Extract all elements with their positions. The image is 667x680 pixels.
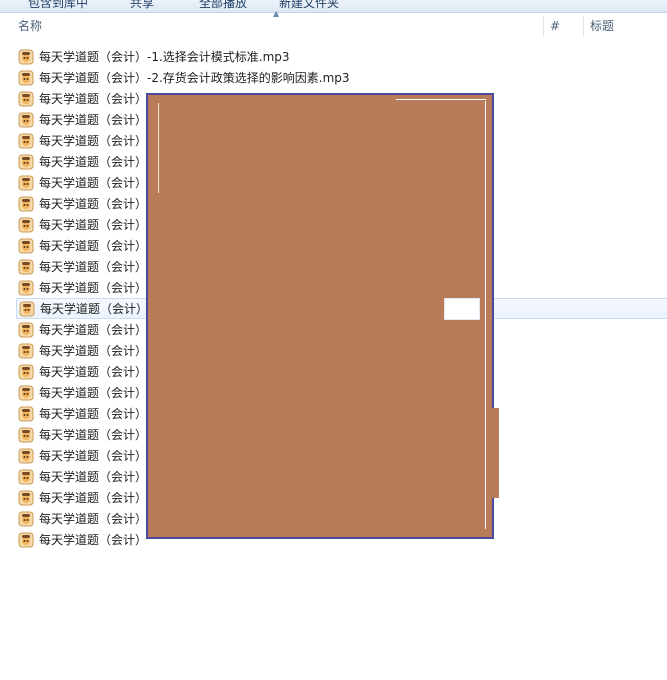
file-name: 每天学道题（会计）-1.选择会计模式标准.mp3 xyxy=(39,50,290,64)
file-row[interactable]: 每天学道题（会计）-1.选择会计模式标准.mp3 xyxy=(16,46,667,67)
file-name: 每天学道题（会计） xyxy=(39,260,148,274)
file-name: 每天学道题（会计） xyxy=(39,344,148,358)
audio-file-icon xyxy=(18,427,34,443)
audio-file-icon xyxy=(18,532,34,548)
audio-file-icon xyxy=(18,343,34,359)
audio-file-icon xyxy=(18,406,34,422)
file-row[interactable]: 每天学道题（会计）-2.存货会计政策选择的影响因素.mp3 xyxy=(16,67,667,88)
file-name: 每天学道题（会计） xyxy=(39,323,148,337)
file-name: 每天学道题（会计） xyxy=(39,386,148,400)
file-name: 每天学道题（会计） xyxy=(39,512,148,526)
file-name: 每天学道题（会计） xyxy=(39,239,148,253)
file-name: 每天学道题（会计） xyxy=(39,281,148,295)
audio-file-icon xyxy=(18,448,34,464)
file-name: 每天学道题（会计） xyxy=(40,302,149,316)
play-all-button[interactable]: 全部播放 xyxy=(199,0,247,11)
overlay-patch xyxy=(444,298,480,320)
file-name: 每天学道题（会计） xyxy=(39,113,148,127)
file-name: 每天学道题（会计） xyxy=(39,533,148,547)
audio-file-icon xyxy=(18,217,34,233)
file-name: 每天学道题（会计） xyxy=(39,407,148,421)
redaction-overlay-extension xyxy=(490,408,499,498)
audio-file-icon xyxy=(18,91,34,107)
file-name: 每天学道题（会计） xyxy=(39,449,148,463)
sort-ascending-icon: ▲ xyxy=(273,9,280,18)
audio-file-icon xyxy=(18,511,34,527)
file-name: 每天学道题（会计） xyxy=(39,491,148,505)
overlay-line xyxy=(396,99,486,100)
file-name: 每天学道题（会计） xyxy=(39,365,148,379)
file-name: 每天学道题（会计） xyxy=(39,470,148,484)
column-separator[interactable] xyxy=(583,15,584,37)
overlay-line xyxy=(158,103,159,193)
audio-file-icon xyxy=(18,70,34,86)
overlay-line xyxy=(485,101,486,529)
audio-file-icon xyxy=(18,280,34,296)
audio-file-icon xyxy=(18,154,34,170)
command-bar: 包含到库中 共享 全部播放 新建文件夹 xyxy=(0,0,667,13)
column-header-name[interactable]: 名称 xyxy=(18,13,42,39)
audio-file-icon xyxy=(18,112,34,128)
column-header-number[interactable]: # xyxy=(550,13,560,39)
audio-file-icon xyxy=(18,364,34,380)
redaction-overlay xyxy=(146,93,494,539)
audio-file-icon xyxy=(18,133,34,149)
file-name: 每天学道题（会计） xyxy=(39,92,148,106)
audio-file-icon xyxy=(18,469,34,485)
column-header-title[interactable]: 标题 xyxy=(590,13,614,39)
audio-file-icon xyxy=(18,259,34,275)
file-name: 每天学道题（会计） xyxy=(39,197,148,211)
audio-file-icon xyxy=(18,322,34,338)
audio-file-icon xyxy=(18,196,34,212)
audio-file-icon xyxy=(18,49,34,65)
file-name: 每天学道题（会计） xyxy=(39,134,148,148)
file-name: 每天学道题（会计） xyxy=(39,176,148,190)
include-in-library-button[interactable]: 包含到库中 xyxy=(28,0,88,11)
new-folder-button[interactable]: 新建文件夹 xyxy=(279,0,339,11)
audio-file-icon xyxy=(19,301,35,317)
audio-file-icon xyxy=(18,175,34,191)
column-separator[interactable] xyxy=(543,15,544,37)
audio-file-icon xyxy=(18,385,34,401)
share-button[interactable]: 共享 xyxy=(130,0,154,11)
file-name: 每天学道题（会计）-2.存货会计政策选择的影响因素.mp3 xyxy=(39,71,350,85)
column-header-row: ▲ 名称 # 标题 xyxy=(0,9,667,39)
audio-file-icon xyxy=(18,238,34,254)
file-name: 每天学道题（会计） xyxy=(39,155,148,169)
file-name: 每天学道题（会计） xyxy=(39,218,148,232)
audio-file-icon xyxy=(18,490,34,506)
file-name: 每天学道题（会计） xyxy=(39,428,148,442)
